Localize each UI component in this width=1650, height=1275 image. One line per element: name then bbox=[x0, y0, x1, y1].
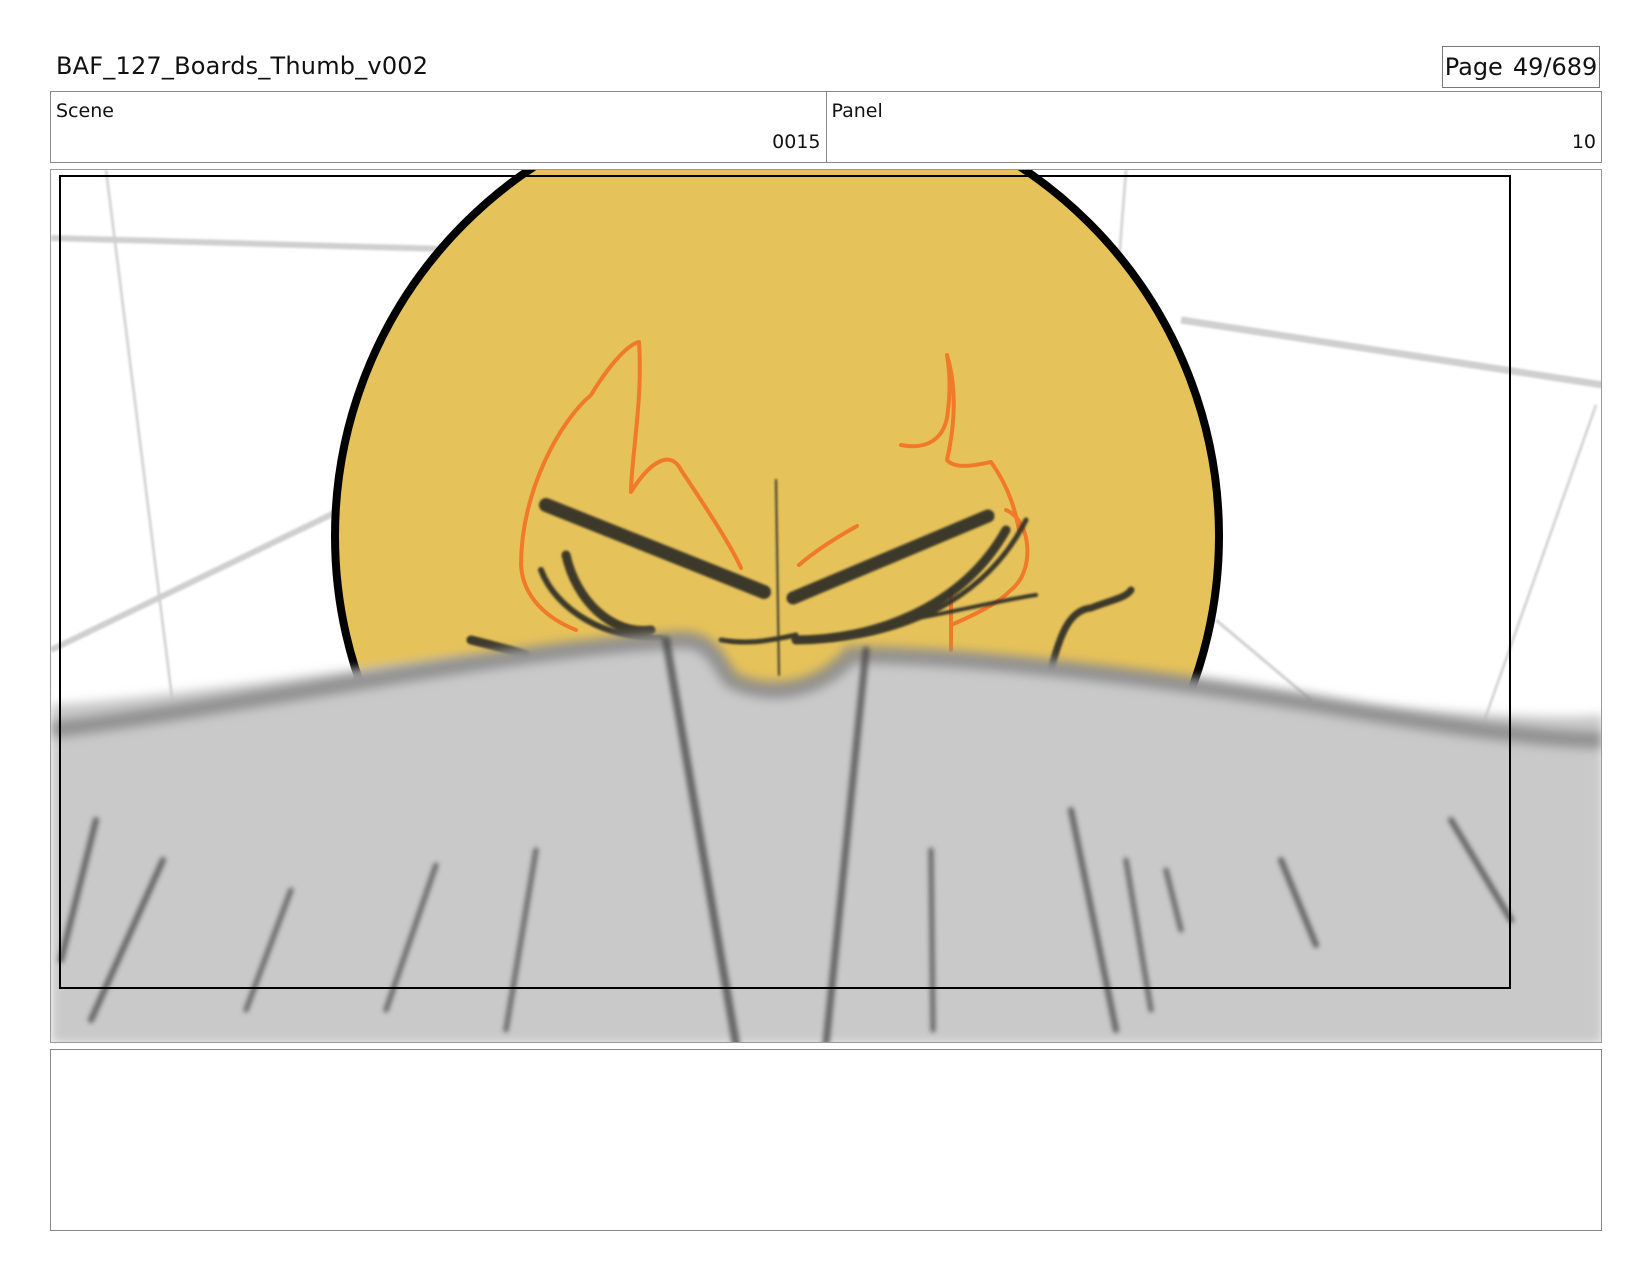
document-title: BAF_127_Boards_Thumb_v002 bbox=[56, 52, 429, 80]
panel-cell: Panel 10 bbox=[825, 92, 1602, 162]
page-label: Page bbox=[1444, 53, 1503, 81]
storyboard-drawing bbox=[51, 170, 1601, 1042]
page-number: 49/689 bbox=[1512, 53, 1598, 81]
storyboard-frame bbox=[50, 169, 1602, 1043]
page-indicator: Page 49/689 bbox=[1442, 46, 1600, 88]
scene-cell: Scene 0015 bbox=[51, 92, 826, 162]
notes-box bbox=[50, 1049, 1602, 1231]
scene-number: 0015 bbox=[772, 131, 821, 153]
scene-label: Scene bbox=[56, 100, 114, 122]
panel-label: Panel bbox=[831, 100, 883, 122]
foreground-surface bbox=[51, 630, 1601, 1042]
panel-number: 10 bbox=[1571, 131, 1596, 153]
scene-panel-info: Scene 0015 Panel 10 bbox=[50, 91, 1602, 163]
